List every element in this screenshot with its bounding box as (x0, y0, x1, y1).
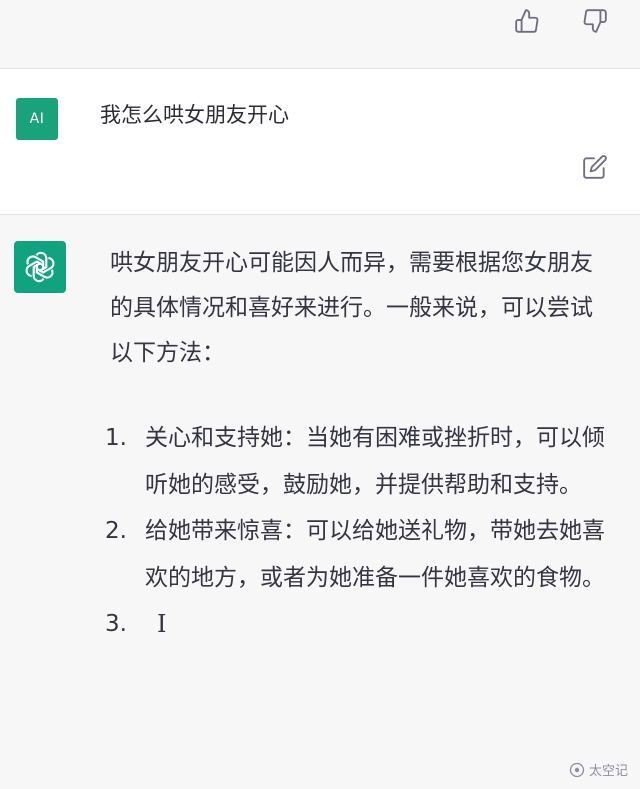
thumbs-down-icon (583, 9, 607, 33)
user-message: AI 我怎么哄女朋友开心 (0, 69, 640, 215)
watermark: 太空记 (569, 760, 628, 779)
previous-response-footer (0, 0, 640, 69)
list-item-text: 给她带来惊喜：可以给她送礼物，带她去她喜欢的地方，或者为她准备一件她喜欢的食物。 (145, 518, 605, 591)
watermark-text: 太空记 (588, 764, 628, 779)
thumbs-down-button[interactable] (580, 6, 610, 36)
user-message-text: 我怎么哄女朋友开心 (100, 103, 289, 127)
list-item-number: 2. (105, 518, 127, 544)
list-item-number: 3. (105, 611, 127, 637)
user-avatar: AI (16, 98, 58, 140)
edit-message-button[interactable] (580, 152, 610, 182)
assistant-intro-text: 哄女朋友开心可能因人而异，需要根据您女朋友的具体情况和喜好来进行。一般来说，可以… (110, 250, 593, 366)
list-item-text: 关心和支持她：当她有困难或挫折时，可以倾听她的感受，鼓励她，并提供帮助和支持。 (145, 425, 605, 498)
thumbs-up-button[interactable] (512, 6, 542, 36)
text-cursor-icon: I (157, 610, 167, 638)
assistant-message: 哄女朋友开心可能因人而异，需要根据您女朋友的具体情况和喜好来进行。一般来说，可以… (0, 215, 640, 789)
list-item: 3. I (105, 601, 625, 649)
edit-icon (583, 155, 607, 179)
assistant-avatar (14, 241, 66, 293)
thumbs-up-icon (515, 9, 539, 33)
list-item-number: 1. (105, 425, 127, 451)
list-item: 2. 给她带来惊喜：可以给她送礼物，带她去她喜欢的地方，或者为她准备一件她喜欢的… (105, 508, 625, 601)
openai-logo-icon (25, 251, 55, 283)
list-item: 1. 关心和支持她：当她有困难或挫折时，可以倾听她的感受，鼓励她，并提供帮助和支… (105, 415, 625, 508)
watermark-logo-icon (569, 762, 585, 777)
suggestion-list: 1. 关心和支持她：当她有困难或挫折时，可以倾听她的感受，鼓励她，并提供帮助和支… (105, 415, 625, 649)
